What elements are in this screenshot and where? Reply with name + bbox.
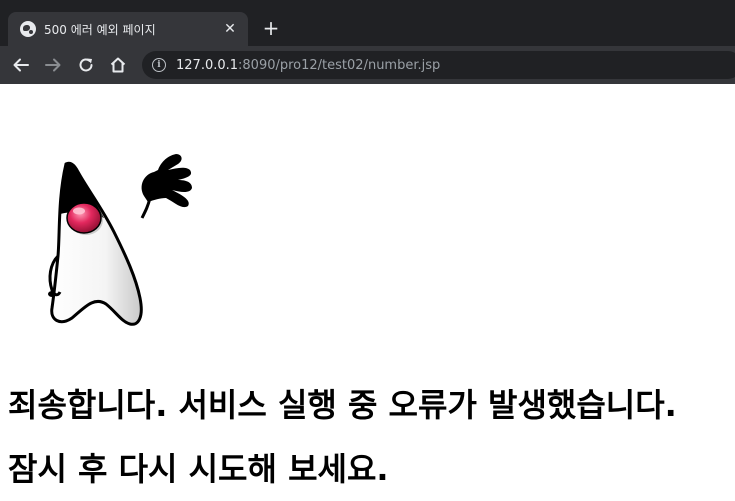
globe-icon — [20, 21, 36, 37]
error-message-line1: 죄송합니다. 서비스 실행 중 오류가 발생했습니다. — [8, 386, 677, 424]
duke-mascot-image — [48, 154, 192, 326]
browser-toolbar: i 127.0.0.1:8090/pro12/test02/number.jsp — [0, 46, 735, 84]
browser-chrome: 500 에러 예외 페이지 ✕ + i 127.0.0.1:8090/pro12… — [0, 0, 735, 84]
url-text: 127.0.0.1:8090/pro12/test02/number.jsp — [176, 57, 441, 73]
home-icon — [110, 57, 126, 73]
reload-icon — [79, 58, 93, 72]
info-icon[interactable]: i — [152, 58, 166, 72]
back-arrow-icon — [13, 58, 29, 72]
page-content: 죄송합니다. 서비스 실행 중 오류가 발생했습니다. 잠시 후 다시 시도해 … — [0, 84, 735, 501]
close-tab-button[interactable]: ✕ — [222, 21, 238, 37]
home-button[interactable] — [107, 54, 129, 76]
tab-strip: 500 에러 예외 페이지 ✕ + — [0, 0, 735, 46]
error-message-line2: 잠시 후 다시 시도해 보세요. — [8, 450, 389, 488]
forward-button[interactable] — [42, 54, 64, 76]
reload-button[interactable] — [75, 54, 97, 76]
address-bar[interactable]: i 127.0.0.1:8090/pro12/test02/number.jsp — [142, 51, 735, 79]
browser-tab[interactable]: 500 에러 예외 페이지 ✕ — [8, 12, 248, 46]
forward-arrow-icon — [45, 58, 61, 72]
new-tab-button[interactable]: + — [260, 17, 282, 39]
tab-title: 500 에러 예외 페이지 — [44, 22, 156, 37]
back-button[interactable] — [10, 54, 32, 76]
